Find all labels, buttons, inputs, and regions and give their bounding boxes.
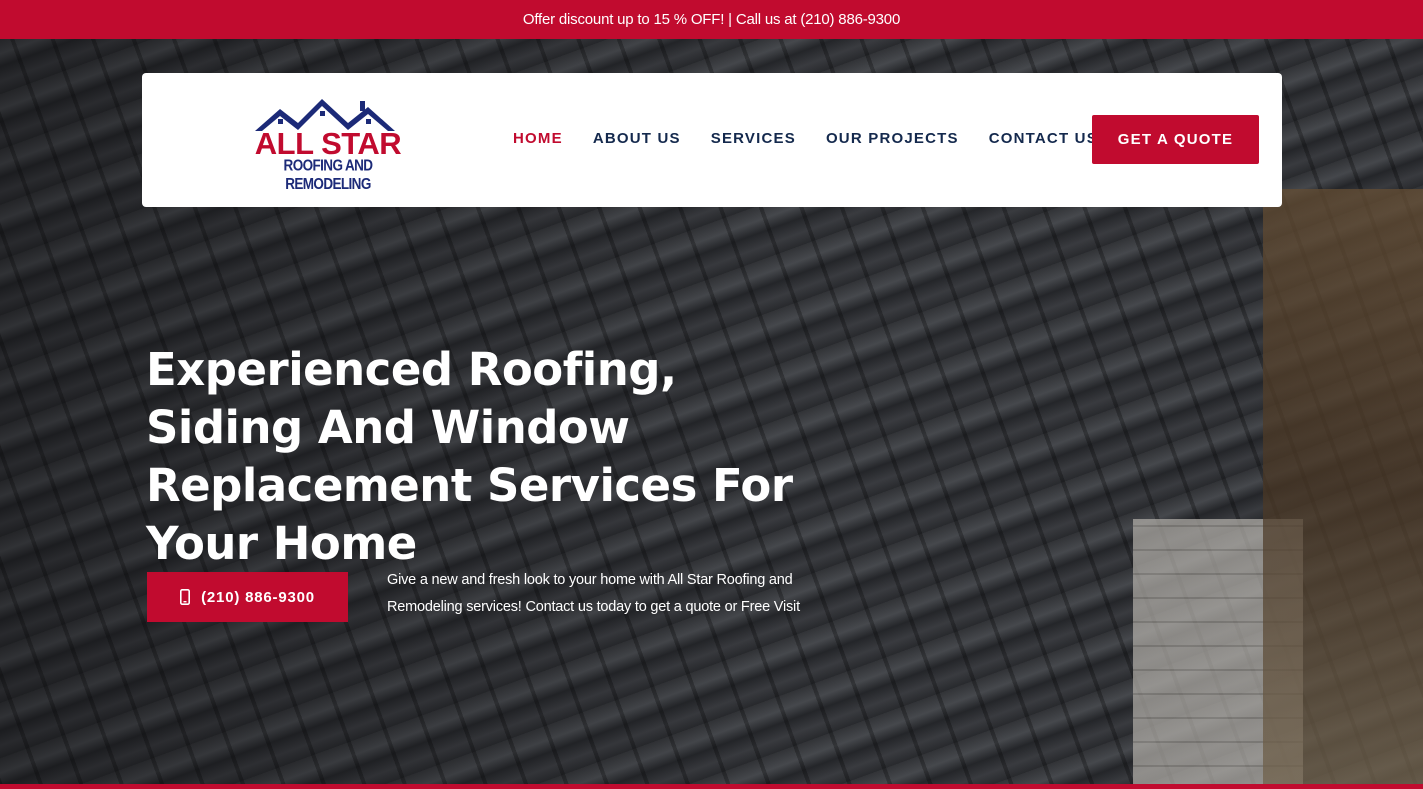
logo-sub-text: ROOFING AND REMODELING — [283, 156, 374, 193]
bottom-accent-strip — [0, 784, 1423, 789]
nav-item-services[interactable]: SERVICES — [711, 130, 796, 147]
nav-item-our-projects[interactable]: OUR PROJECTS — [826, 130, 959, 147]
call-phone-label: (210) 886-9300 — [201, 588, 315, 606]
main-nav: HOME ABOUT US SERVICES OUR PROJECTS CONT… — [513, 130, 1098, 147]
mobile-phone-icon — [180, 589, 191, 605]
site-logo[interactable]: ALL STAR ROOFING AND REMODELING — [240, 95, 416, 192]
nav-item-about-us[interactable]: ABOUT US — [593, 130, 681, 147]
nav-item-contact-us[interactable]: CONTACT US — [989, 130, 1098, 147]
hero-headline: Experienced Roofing, Siding And Window R… — [146, 343, 793, 570]
nav-item-home[interactable]: HOME — [513, 130, 563, 147]
header-nav-card: ALL STAR ROOFING AND REMODELING HOME ABO… — [142, 73, 1282, 207]
promo-text: Offer discount up to 15 % OFF! | Call us… — [522, 11, 901, 28]
promo-topbar: Offer discount up to 15 % OFF! | Call us… — [0, 0, 1423, 39]
call-phone-button[interactable]: (210) 886-9300 — [147, 572, 348, 622]
get-a-quote-label: GET A QUOTE — [1117, 131, 1234, 148]
get-a-quote-button[interactable]: GET A QUOTE — [1092, 115, 1259, 164]
logo-main-text: ALL STAR — [254, 126, 402, 161]
hero-intro-text: Give a new and fresh look to your home w… — [387, 572, 800, 615]
